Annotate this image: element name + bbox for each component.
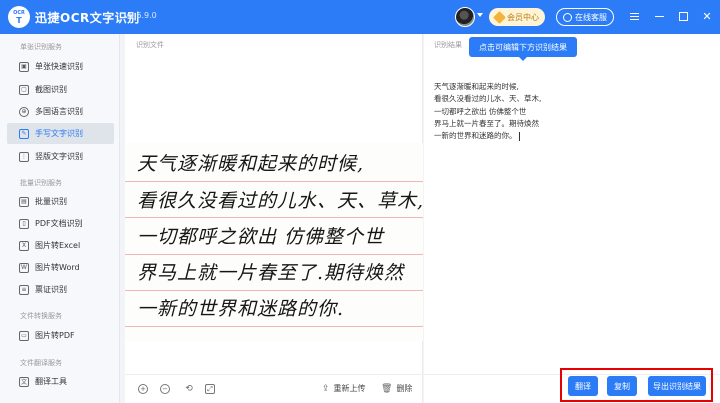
- avatar-dropdown-icon[interactable]: [477, 13, 483, 17]
- sidebar-item-vertical-ocr[interactable]: ⋮ 竖版文字识别: [7, 146, 114, 167]
- source-file-label: 识别文件: [136, 41, 164, 49]
- sidebar-item-handwriting-ocr[interactable]: ✎ 手写文字识别: [7, 123, 114, 144]
- handwriting-line: 天气逐渐暖和起来的时候,: [137, 153, 365, 175]
- result-line: 界马上就一片春至了。期待焕然: [434, 118, 539, 128]
- screenshot-icon: ▢: [19, 84, 29, 95]
- online-service-button[interactable]: 在线客服: [556, 8, 614, 26]
- close-icon[interactable]: ✕: [700, 9, 714, 23]
- image-pdf-icon: ▭: [19, 330, 29, 341]
- globe-icon: ⊕: [19, 106, 29, 117]
- word-icon: W: [19, 262, 29, 273]
- result-line: 一新的世界和迷路的你。: [434, 131, 517, 141]
- result-label: 识别结果: [434, 41, 462, 49]
- batch-icon: ▤: [19, 196, 29, 207]
- maximize-icon[interactable]: [676, 9, 690, 23]
- menu-icon[interactable]: [627, 9, 641, 23]
- handwriting-line: 界马上就一片春至了.期待焕然: [137, 262, 405, 284]
- vertical-text-icon: ⋮: [19, 151, 29, 162]
- handwriting-image: 天气逐渐暖和起来的时候, 看很久没看过的儿水、天、草木, 一切都呼之欲出 仿佛整…: [125, 143, 423, 341]
- handwriting-line: 一切都呼之欲出 仿佛整个世: [137, 226, 385, 248]
- reupload-button[interactable]: ⇪ 重新上传: [322, 383, 366, 394]
- result-line: 一切都呼之欲出 仿佛整个世: [434, 106, 527, 116]
- sidebar-group-title: 文件转换服务: [20, 312, 62, 320]
- service-user-icon: [563, 12, 572, 22]
- handwriting-line: 一新的世界和迷路的你.: [137, 298, 345, 320]
- fit-screen-icon[interactable]: ⤢: [205, 384, 215, 394]
- source-file-panel: 识别文件 天气逐渐暖和起来的时候, 看很久没看过的儿水、天、草木, 一切都呼之欲…: [125, 34, 423, 403]
- delete-button[interactable]: 🗑 删除: [381, 383, 412, 394]
- minimize-icon[interactable]: [652, 9, 666, 23]
- upload-icon: ⇪: [322, 383, 330, 394]
- edit-hint-tooltip: 点击可编辑下方识别结果: [469, 37, 577, 61]
- text-cursor: [518, 131, 520, 141]
- user-avatar[interactable]: [455, 7, 475, 27]
- sidebar-item-ticket-ocr[interactable]: ≡ 票证识别: [7, 279, 114, 300]
- app-version: v8.6.9.0: [124, 11, 157, 20]
- handwriting-line: 看很久没看过的儿水、天、草木,: [137, 190, 423, 212]
- translate-icon: 文: [19, 376, 29, 387]
- pen-icon: ✎: [19, 128, 29, 139]
- sidebar-item-image-to-excel[interactable]: X 图片转Excel: [7, 235, 114, 256]
- result-line: 看很久没看过的儿水、天、草木,: [434, 94, 542, 104]
- sidebar-item-image-to-pdf[interactable]: ▭ 图片转PDF: [7, 325, 114, 346]
- sidebar-item-screenshot-ocr[interactable]: ▢ 截图识别: [7, 79, 114, 100]
- sidebar-item-batch-ocr[interactable]: ▤ 批量识别: [7, 191, 114, 212]
- vip-center-label: 会员中心: [507, 12, 539, 22]
- trash-icon: 🗑: [381, 383, 393, 394]
- sidebar-item-multilang-ocr[interactable]: ⊕ 多国语言识别: [7, 101, 114, 122]
- result-panel: 识别结果 天气逐渐暖和起来的时候, 看很久没看过的儿水、天、草木, 一切都呼之欲…: [424, 34, 720, 403]
- excel-icon: X: [19, 240, 29, 251]
- result-line: 天气逐渐暖和起来的时候,: [434, 82, 519, 91]
- sidebar-item-translate-tool[interactable]: 文 翻译工具: [7, 371, 114, 392]
- image-toolbar: + − ⟲ ⤢ ⇪ 重新上传 🗑 删除: [125, 374, 423, 403]
- sidebar-item-pdf-ocr[interactable]: ▯ PDF文档识别: [7, 213, 114, 234]
- ticket-icon: ≡: [19, 284, 29, 295]
- sidebar-group-title: 单张识别服务: [20, 43, 62, 51]
- sidebar-group-title: 批量识别服务: [20, 179, 62, 187]
- copy-button[interactable]: 复制: [607, 376, 637, 396]
- pdf-icon: ▯: [19, 218, 29, 229]
- sidebar-item-image-to-word[interactable]: W 图片转Word: [7, 257, 114, 278]
- result-text-editor[interactable]: 天气逐渐暖和起来的时候, 看很久没看过的儿水、天、草木, 一切都呼之欲出 仿佛整…: [434, 81, 704, 142]
- online-service-label: 在线客服: [575, 12, 607, 22]
- vip-center-button[interactable]: 会员中心: [489, 8, 545, 26]
- sidebar-item-quick-ocr[interactable]: ▣ 单张快速识别: [7, 56, 114, 77]
- sidebar-group-title: 文件翻译服务: [20, 359, 62, 367]
- app-logo-icon: OCR T: [8, 6, 30, 28]
- title-bar: OCR T 迅捷OCR文字识别 v8.6.9.0 会员中心 在线客服 ✕: [0, 0, 720, 34]
- sidebar: 单张识别服务 ▣ 单张快速识别 ▢ 截图识别 ⊕ 多国语言识别 ✎ 手写文字识别…: [0, 34, 120, 403]
- export-result-button[interactable]: 导出识别结果: [648, 376, 706, 396]
- rotate-icon[interactable]: ⟲: [184, 384, 194, 394]
- translate-button[interactable]: 翻译: [568, 376, 598, 396]
- scan-icon: ▣: [19, 61, 29, 72]
- zoom-out-icon[interactable]: −: [160, 384, 170, 394]
- zoom-in-icon[interactable]: +: [138, 384, 148, 394]
- diamond-icon: [493, 10, 506, 24]
